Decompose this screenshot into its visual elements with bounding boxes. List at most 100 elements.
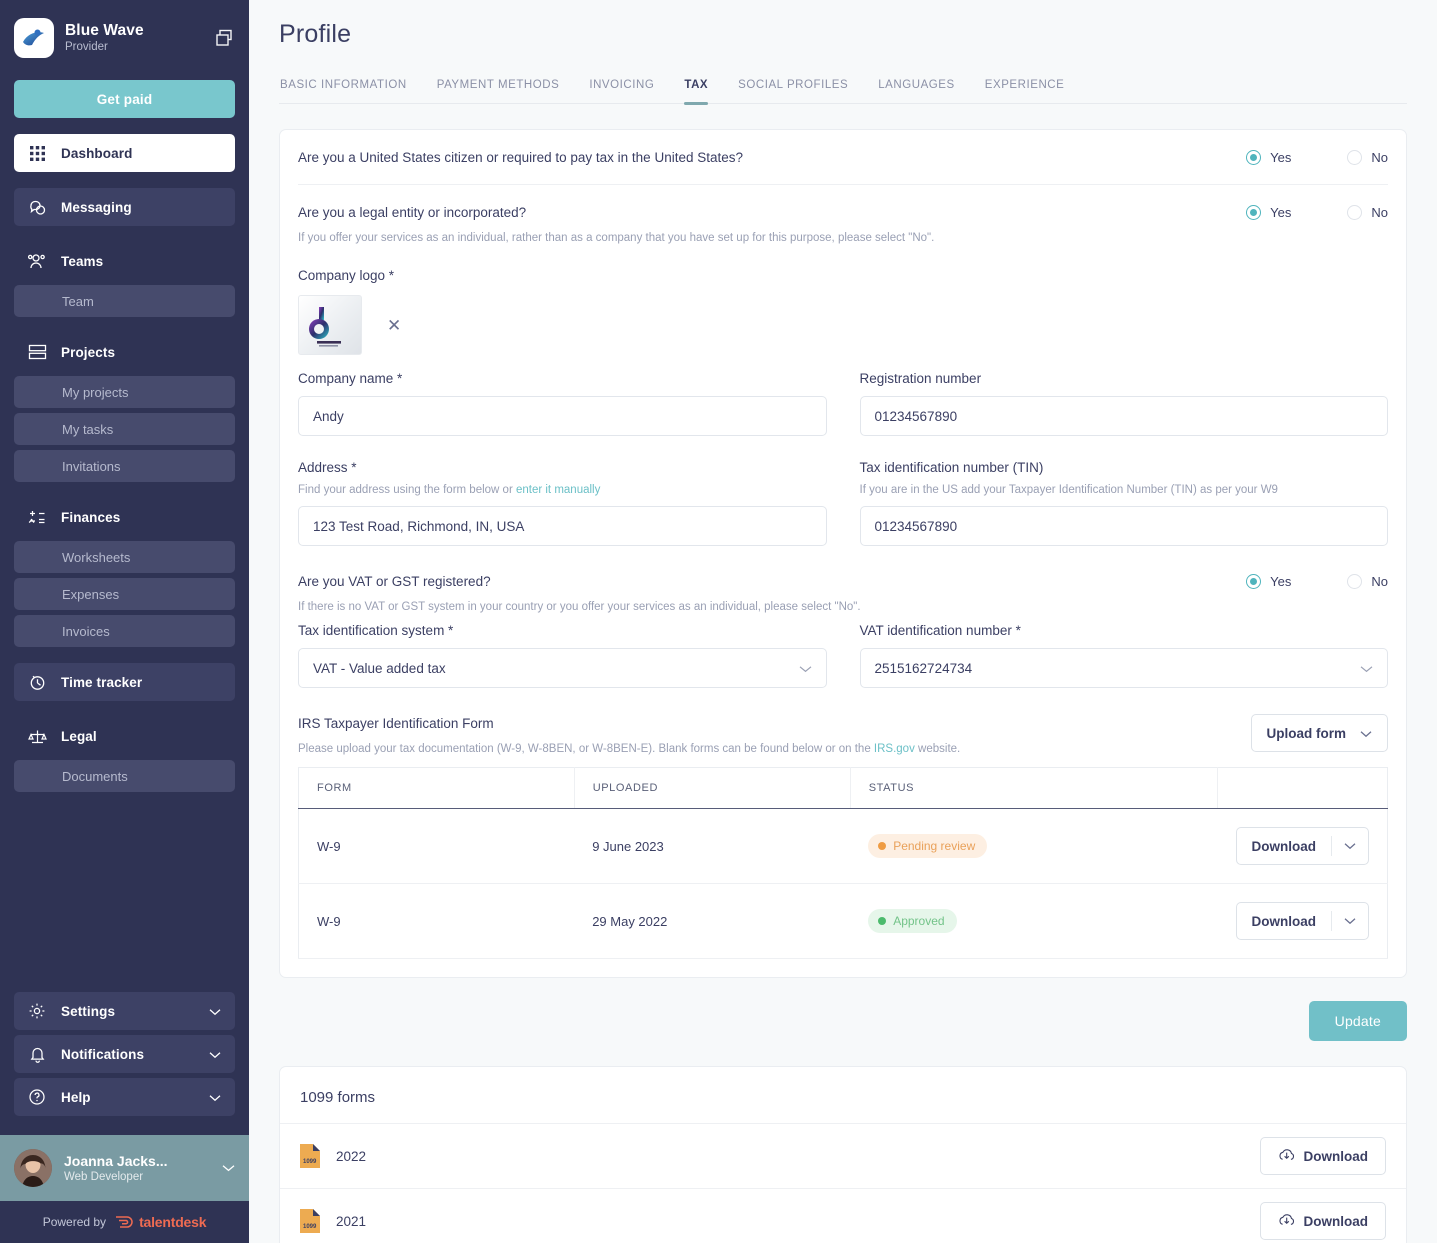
download-label: Download: [1251, 838, 1317, 854]
tin-label: Tax identification number (TIN): [859, 460, 1044, 475]
update-button[interactable]: Update: [1308, 1001, 1407, 1041]
tax-form-card: Are you a United States citizen or requi…: [279, 129, 1407, 978]
sidebar-subitem-my-tasks[interactable]: My tasks: [14, 413, 235, 445]
address-hint: Find your address using the form below o…: [298, 482, 827, 498]
irs-gov-link[interactable]: IRS.gov: [874, 743, 915, 755]
sidebar-subitem-worksheets[interactable]: Worksheets: [14, 541, 235, 573]
download-split-button[interactable]: Download: [1235, 827, 1369, 865]
sidebar-subitem-documents[interactable]: Documents: [14, 760, 235, 792]
address-input[interactable]: 123 Test Road, Richmond, IN, USA: [298, 506, 827, 546]
chevron-down-icon[interactable]: [1332, 903, 1368, 939]
sidebar-item-time-tracker[interactable]: Time tracker: [14, 663, 235, 701]
sidebar-item-dashboard[interactable]: Dashboard: [14, 134, 235, 172]
avatar: [14, 1149, 52, 1187]
blue-wave-logo-icon: [17, 21, 51, 55]
radio-vat-yes[interactable]: Yes: [1246, 574, 1291, 589]
status-badge: Approved: [868, 909, 957, 933]
tin-field: Tax identification number (TIN) If you a…: [859, 458, 1388, 546]
sidebar-subitem-expenses[interactable]: Expenses: [14, 578, 235, 610]
tab-tax[interactable]: TAX: [684, 79, 708, 105]
sidebar-subitem-invoices[interactable]: Invoices: [14, 615, 235, 647]
sidebar-subitem-my-projects[interactable]: My projects: [14, 376, 235, 408]
download-1099-button[interactable]: Download: [1259, 1202, 1386, 1240]
column-header-form: FORM: [298, 767, 575, 809]
app-root: Blue Wave Provider Get paid Dashboard Me…: [0, 0, 1437, 1243]
tab-payment-methods[interactable]: PAYMENT METHODS: [437, 79, 560, 103]
company-name-field: Company name * Andy: [298, 369, 827, 436]
form-year: 2021: [336, 1213, 367, 1229]
upload-form-button[interactable]: Upload form: [1250, 714, 1388, 752]
sidebar-item-settings[interactable]: Settings: [14, 992, 235, 1030]
radio-legal-entity-yes[interactable]: Yes: [1246, 205, 1291, 220]
enter-manually-link[interactable]: enter it manually: [516, 484, 600, 496]
sidebar-item-label: Messaging: [61, 199, 132, 215]
tab-basic-information[interactable]: BASIC INFORMATION: [280, 79, 407, 103]
radio-group-us-citizen: Yes No: [1246, 148, 1388, 165]
radio-dot-icon: [1246, 574, 1262, 589]
sidebar-item-teams[interactable]: Teams: [14, 242, 235, 280]
download-1099-button[interactable]: Download: [1259, 1137, 1386, 1175]
sidebar-item-projects[interactable]: Projects: [14, 333, 235, 371]
irs-form-section: IRS Taxpayer Identification Form Please …: [298, 692, 1388, 767]
radio-legal-entity-no[interactable]: No: [1347, 205, 1388, 220]
sidebar-item-label: Teams: [61, 253, 104, 269]
cell-form: W-9: [298, 808, 575, 884]
registration-number-input[interactable]: 01234567890: [859, 396, 1388, 436]
chevron-down-icon[interactable]: [222, 1159, 235, 1177]
tab-invoicing[interactable]: INVOICING: [589, 79, 654, 103]
address-tin-row: Address * Find your address using the fo…: [298, 458, 1388, 550]
tin-input[interactable]: 01234567890: [859, 506, 1388, 546]
company-name-input[interactable]: Andy: [298, 396, 827, 436]
question-label: Are you a legal entity or incorporated?: [298, 205, 527, 220]
calculator-icon: [26, 506, 48, 528]
get-paid-button[interactable]: Get paid: [14, 80, 235, 118]
tin-hint: If you are in the US add your Taxpayer I…: [859, 484, 1278, 496]
sidebar-item-label: Time tracker: [61, 674, 143, 690]
sidebar-item-notifications[interactable]: Notifications: [14, 1035, 235, 1073]
tax-system-select[interactable]: VAT - Value added tax: [298, 648, 827, 688]
talentdesk-wordmark: talentdesk: [139, 1214, 207, 1230]
radio-us-citizen-no[interactable]: No: [1347, 150, 1388, 165]
question-legal-entity: Are you a legal entity or incorporated? …: [298, 185, 1388, 262]
table-header-row: FORM UPLOADED STATUS: [298, 767, 1388, 809]
cell-status: Pending review: [850, 808, 1218, 884]
company-logo-image: [309, 307, 341, 347]
address-field: Address * Find your address using the fo…: [298, 458, 827, 546]
tab-experience[interactable]: EXPERIENCE: [985, 79, 1065, 103]
table-head: FORM UPLOADED STATUS: [298, 767, 1388, 809]
chat-icon: [26, 196, 48, 218]
talentdesk-logo: talentdesk: [114, 1214, 207, 1230]
sidebar-item-label: Notifications: [61, 1046, 145, 1062]
sidebar-subitem-invitations[interactable]: Invitations: [14, 450, 235, 482]
remove-logo-icon[interactable]: ✕: [387, 317, 401, 334]
brand-name: Blue Wave: [65, 21, 144, 39]
download-label: Download: [1303, 1213, 1369, 1229]
sidebar-item-help[interactable]: Help: [14, 1078, 235, 1116]
address-label: Address *: [298, 460, 357, 475]
radio-dot-icon: [1347, 574, 1363, 589]
sidebar-item-finances[interactable]: Finances: [14, 498, 235, 536]
radio-vat-no[interactable]: No: [1347, 574, 1388, 589]
tab-languages[interactable]: LANGUAGES: [878, 79, 955, 103]
vat-number-select[interactable]: 2515162724734: [859, 648, 1388, 688]
sidebar-item-legal[interactable]: Legal: [14, 717, 235, 755]
brand-role: Provider: [65, 40, 108, 53]
chevron-down-icon: [209, 1090, 221, 1105]
sidebar-subitem-team[interactable]: Team: [14, 285, 235, 317]
question-vat-registered: Are you VAT or GST registered? If there …: [298, 550, 1388, 621]
cell-status: Approved: [850, 883, 1218, 959]
radio-us-citizen-yes[interactable]: Yes: [1246, 150, 1291, 165]
company-logo-thumbnail[interactable]: [298, 295, 362, 355]
panels-icon[interactable]: [213, 27, 235, 49]
tab-social-profiles[interactable]: SOCIAL PROFILES: [738, 79, 848, 103]
tax-system-value: VAT - Value added tax: [313, 660, 446, 676]
user-profile-strip[interactable]: Joanna Jacks... Web Developer: [0, 1135, 249, 1201]
chevron-down-icon[interactable]: [1332, 828, 1368, 864]
question-hint: If you offer your services as an individ…: [298, 232, 935, 244]
download-split-button[interactable]: Download: [1235, 902, 1369, 940]
question-us-citizen: Are you a United States citizen or requi…: [298, 130, 1388, 185]
sidebar-item-messaging[interactable]: Messaging: [14, 188, 235, 226]
